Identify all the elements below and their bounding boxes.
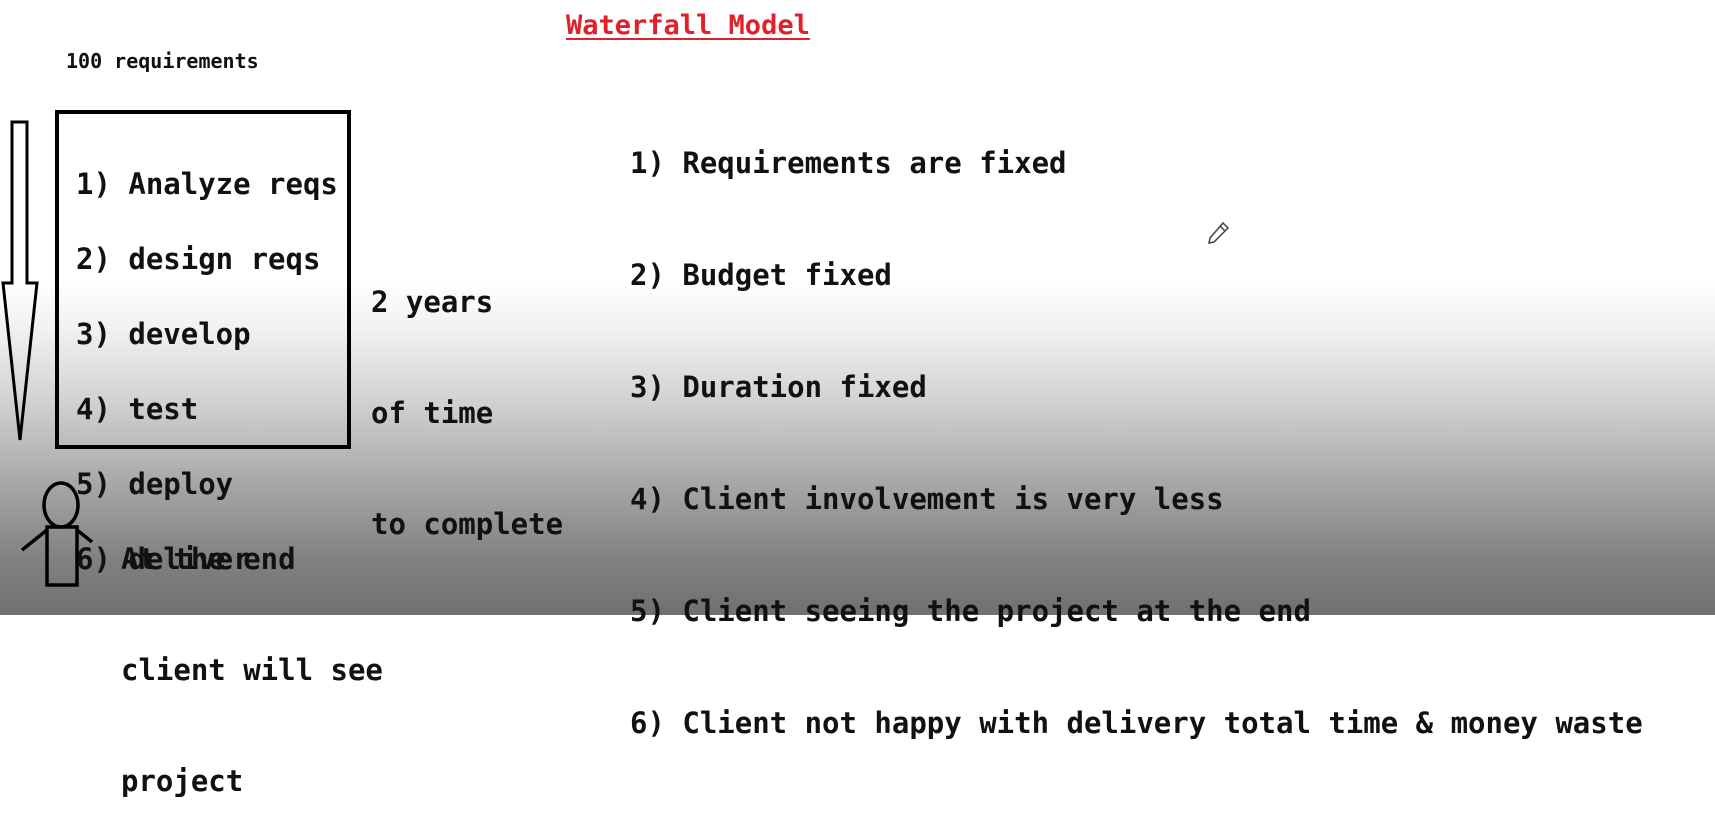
end-note-line: project — [121, 764, 244, 798]
duration-note: 2 years of time to complete — [371, 210, 563, 580]
characteristic-item: 2) Budget fixed — [630, 258, 892, 292]
characteristic-item: 1) Requirements are fixed — [630, 146, 1067, 180]
duration-line: of time — [371, 396, 494, 430]
phase-item: 4) test — [76, 392, 199, 426]
characteristics-list: 1) Requirements are fixed 2) Budget fixe… — [630, 105, 1643, 796]
end-note-line: At the end — [121, 542, 296, 576]
characteristic-item: 3) Duration fixed — [630, 370, 927, 404]
duration-line: 2 years — [371, 285, 494, 319]
down-arrow-icon — [1, 120, 39, 441]
phase-item: 1) Analyze reqs — [76, 167, 338, 201]
phase-item: 3) develop — [76, 317, 251, 351]
end-note-line: client will see — [121, 653, 383, 687]
phase-item: 2) design reqs — [76, 242, 321, 276]
duration-line: to complete — [371, 507, 564, 541]
characteristic-item: 5) Client seeing the project at the end — [630, 594, 1311, 628]
characteristic-item: 6) Client not happy with delivery total … — [630, 706, 1643, 740]
client-end-note: At the end client will see project — [121, 467, 383, 837]
characteristic-item: 4) Client involvement is very less — [630, 482, 1224, 516]
